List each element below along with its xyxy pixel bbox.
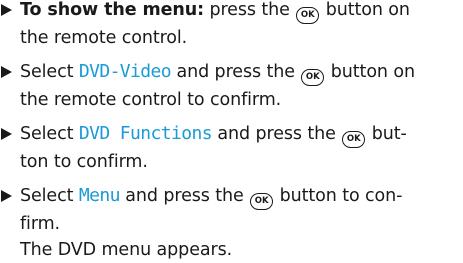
arrow-bullet-icon <box>1 4 12 16</box>
step-3-continuation: ton to confirm. <box>20 152 148 172</box>
ok-button-icon: OK <box>301 69 325 86</box>
result-text: The DVD menu appears. <box>20 240 233 260</box>
arrow-bullet-icon <box>1 190 12 202</box>
arrow-bullet-icon <box>1 128 12 140</box>
step-4-continuation: firm. <box>20 214 61 234</box>
instruction-list: To show the menu: press the OK button on… <box>0 0 463 260</box>
step-1-heading: To show the menu: <box>20 0 204 20</box>
step-1-continuation: the remote control. <box>20 28 188 48</box>
ok-button-icon: OK <box>342 131 366 148</box>
ok-button-icon: OK <box>296 7 320 24</box>
step-2-continuation: the remote control to confirm. <box>20 90 282 110</box>
menu-item-dvd-video: DVD-Video <box>78 61 172 82</box>
menu-item-menu: Menu <box>78 185 121 206</box>
arrow-bullet-icon <box>1 66 12 78</box>
menu-item-dvd-functions: DVD Functions <box>78 123 213 144</box>
ok-button-icon: OK <box>250 193 274 210</box>
